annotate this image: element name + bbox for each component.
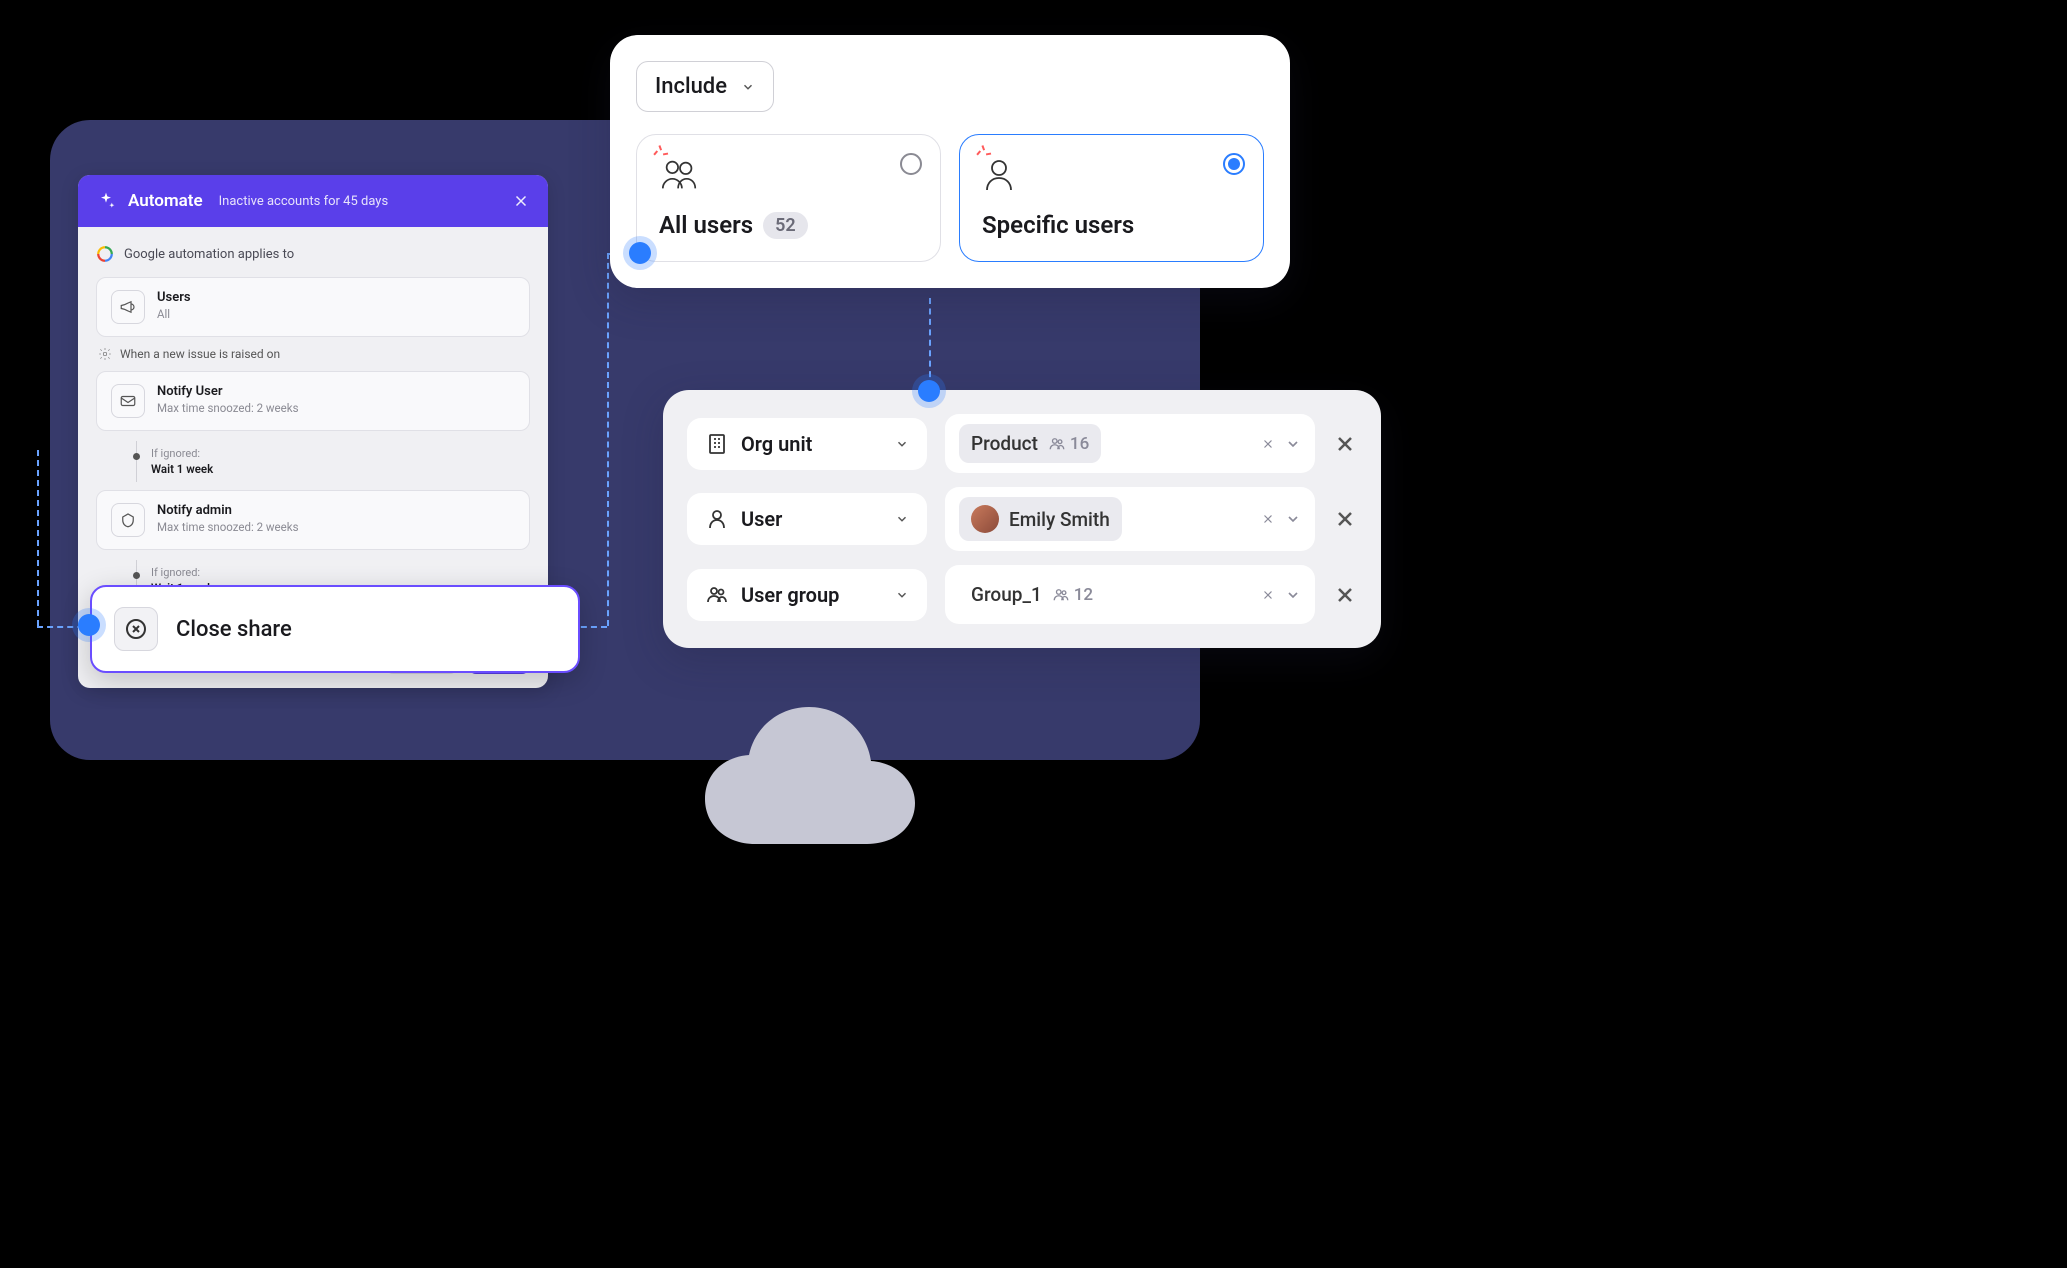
megaphone-icon <box>111 290 145 324</box>
org-unit-dropdown[interactable]: Org unit <box>687 418 927 470</box>
user-type-label: User <box>741 507 782 531</box>
notify-admin-title: Notify admin <box>157 503 299 518</box>
specific-users-label: Specific users <box>982 211 1134 239</box>
chip-count: 16 <box>1048 434 1089 454</box>
close-circle-icon <box>114 607 158 651</box>
option-all-users[interactable]: All users 52 <box>636 134 941 262</box>
ignored-block: If ignored: Wait 1 week <box>136 441 530 482</box>
option-specific-users[interactable]: Specific users <box>959 134 1264 262</box>
building-icon <box>705 432 729 456</box>
remove-row-icon[interactable] <box>1333 583 1357 607</box>
remove-chip-icon[interactable] <box>1261 512 1275 526</box>
chevron-down-icon[interactable] <box>1285 587 1301 603</box>
cloud-icon <box>695 694 925 854</box>
chip-count: 12 <box>1052 585 1093 605</box>
connector-line <box>37 450 39 626</box>
close-share-card[interactable]: Close share <box>90 585 580 673</box>
chevron-down-icon <box>741 80 755 94</box>
users-sub: All <box>157 307 191 321</box>
applies-to-row: Google automation applies to <box>96 245 530 263</box>
chevron-down-icon[interactable] <box>1285 436 1301 452</box>
radio-unselected[interactable] <box>900 153 922 175</box>
users-group-icon <box>705 583 729 607</box>
gear-icon <box>98 347 112 361</box>
close-icon[interactable] <box>512 192 530 210</box>
spark-accent-icon <box>976 147 990 161</box>
filter-row-group: User group Group_1 12 <box>687 565 1357 624</box>
connector-dot <box>629 242 651 264</box>
spark-accent-icon <box>653 147 667 161</box>
notify-user-title: Notify User <box>157 384 299 399</box>
users-group-icon <box>659 157 701 193</box>
include-card: Include All users 52 Specific users <box>610 35 1290 288</box>
when-label: When a new issue is raised on <box>120 347 280 361</box>
admin-badge-icon <box>111 503 145 537</box>
user-icon <box>982 157 1016 193</box>
filter-row-org: Org unit Product 16 <box>687 414 1357 473</box>
chevron-down-icon[interactable] <box>1285 511 1301 527</box>
user-value[interactable]: Emily Smith <box>945 487 1315 551</box>
org-unit-label: Org unit <box>741 432 812 456</box>
ignored-value: Wait 1 week <box>151 462 530 476</box>
notify-admin-sub: Max time snoozed: 2 weeks <box>157 520 299 534</box>
chip-label: Product <box>971 432 1038 455</box>
users-icon <box>1052 586 1070 604</box>
applies-to-label: Google automation applies to <box>124 247 294 262</box>
ignored-label: If ignored: <box>151 447 530 460</box>
chip-label: Group_1 <box>971 583 1042 606</box>
org-unit-value[interactable]: Product 16 <box>945 414 1315 473</box>
group-value[interactable]: Group_1 12 <box>945 565 1315 624</box>
chevron-down-icon <box>895 512 909 526</box>
chevron-down-icon <box>895 437 909 451</box>
remove-chip-icon[interactable] <box>1261 588 1275 602</box>
filter-card: Org unit Product 16 User Emily Smith <box>663 390 1381 648</box>
include-label: Include <box>655 74 727 99</box>
automate-body: Google automation applies to Users All W… <box>78 227 548 627</box>
notify-user-sub: Max time snoozed: 2 weeks <box>157 401 299 415</box>
sparkle-icon <box>96 191 116 211</box>
automate-title: Automate <box>128 191 203 211</box>
radio-selected[interactable] <box>1223 153 1245 175</box>
notify-user-card[interactable]: Notify User Max time snoozed: 2 weeks <box>96 371 530 431</box>
all-users-label: All users <box>659 211 753 239</box>
notify-admin-card[interactable]: Notify admin Max time snoozed: 2 weeks <box>96 490 530 550</box>
all-users-count: 52 <box>763 212 808 239</box>
automate-subtitle: Inactive accounts for 45 days <box>219 194 389 209</box>
remove-row-icon[interactable] <box>1333 432 1357 456</box>
users-title: Users <box>157 290 191 305</box>
ignored-label: If ignored: <box>151 566 530 579</box>
include-dropdown[interactable]: Include <box>636 61 774 112</box>
user-group-dropdown[interactable]: User group <box>687 569 927 621</box>
filter-row-user: User Emily Smith <box>687 487 1357 551</box>
close-share-label: Close share <box>176 617 292 642</box>
user-dropdown[interactable]: User <box>687 493 927 545</box>
google-icon <box>96 245 114 263</box>
automate-header: Automate Inactive accounts for 45 days <box>78 175 548 227</box>
remove-row-icon[interactable] <box>1333 507 1357 531</box>
mail-icon <box>111 384 145 418</box>
when-line: When a new issue is raised on <box>98 347 530 361</box>
remove-chip-icon[interactable] <box>1261 437 1275 451</box>
connector-dot <box>918 380 940 402</box>
chip-label: Emily Smith <box>1009 508 1110 531</box>
users-card[interactable]: Users All <box>96 277 530 337</box>
users-icon <box>1048 435 1066 453</box>
group-type-label: User group <box>741 583 839 607</box>
avatar <box>971 505 999 533</box>
connector-dot <box>78 614 100 636</box>
user-icon <box>705 507 729 531</box>
chevron-down-icon <box>895 588 909 602</box>
